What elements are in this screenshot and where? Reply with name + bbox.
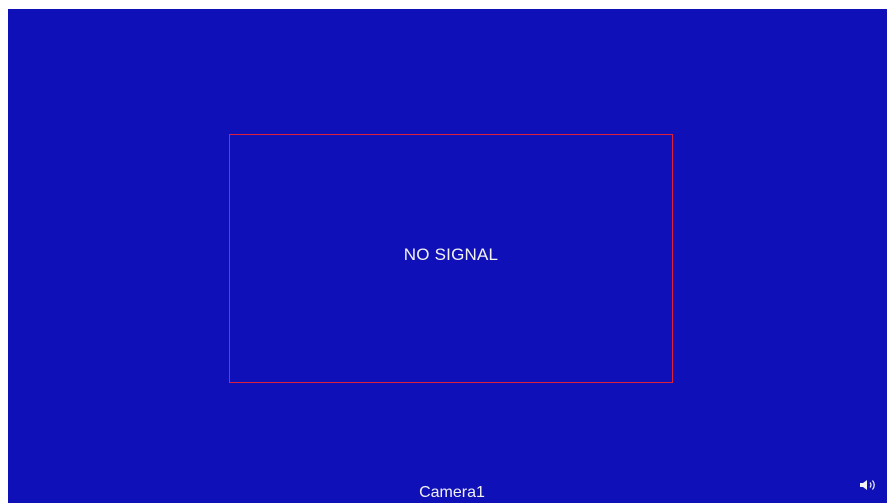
camera-name-label: Camera1: [419, 484, 485, 501]
no-signal-frame: NO SIGNAL: [229, 134, 673, 383]
camera-view: NO SIGNAL Camera1: [8, 9, 887, 503]
no-signal-message: NO SIGNAL: [403, 244, 499, 264]
speaker-volume-icon[interactable]: [859, 478, 877, 490]
